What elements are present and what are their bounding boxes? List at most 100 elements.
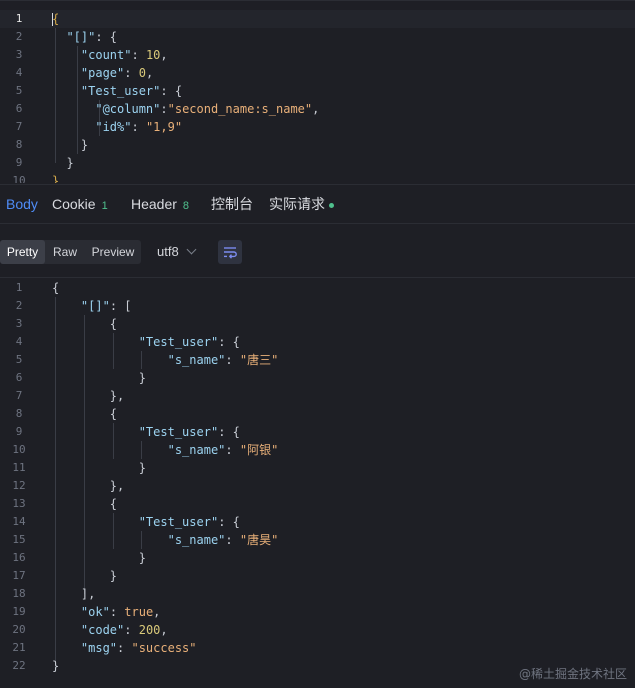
code-token: "page" — [80, 66, 125, 80]
line-number: 2 — [15, 30, 23, 43]
line-number: 10 — [12, 443, 26, 456]
chevron-down-icon[interactable] — [186, 244, 197, 255]
watermark: @稀土掘金技术社区 — [518, 667, 627, 681]
status-dot — [329, 202, 334, 208]
code-text: { — [52, 495, 117, 513]
code-token: "唐三" — [239, 353, 279, 367]
line-number: 7 — [15, 120, 23, 133]
code-token: "ok" — [80, 605, 110, 619]
mode-preview-button[interactable]: Preview — [86, 240, 140, 264]
code-token: "count" — [80, 48, 132, 62]
tab-header[interactable]: Header 8 — [131, 185, 189, 224]
code-token: : [ — [109, 299, 132, 313]
code-text: ], — [52, 585, 95, 603]
code-token: } — [52, 174, 60, 183]
response-line: 9 "Test_user": { — [0, 423, 635, 441]
response-tabs: Body Cookie 1 Header 8 控制台 实际请求 — [0, 184, 635, 224]
tab-label: 控制台 — [211, 196, 253, 212]
response-line: 11 } — [0, 459, 635, 477]
code-token: : { — [95, 30, 118, 44]
code-token: : — [124, 66, 139, 80]
response-line: 10 "s_name": "阿银" — [0, 441, 635, 459]
encoding-select[interactable]: utf8 — [157, 240, 179, 264]
code-text: } — [52, 657, 59, 675]
tab-label: Body — [6, 196, 38, 212]
code-text: } — [52, 369, 146, 387]
request-line: 7 "id%": "1,9" — [0, 118, 635, 136]
code-text: { — [52, 315, 117, 333]
tab-cookie[interactable]: Cookie 1 — [52, 185, 108, 224]
code-text: } — [52, 567, 117, 585]
code-token: : — [124, 623, 139, 637]
code-token: : — [225, 533, 240, 547]
mode-raw-button[interactable]: Raw — [47, 240, 83, 264]
line-number: 1 — [15, 281, 23, 294]
code-text: "Test_user": { — [52, 82, 182, 100]
code-text: "@column":"second_name:s_name", — [52, 100, 319, 118]
tab-console[interactable]: 控制台 — [211, 185, 253, 224]
response-line: 15 "s_name": "唐昊" — [0, 531, 635, 549]
line-number: 12 — [12, 479, 26, 492]
line-number: 3 — [15, 317, 23, 330]
line-number: 15 — [12, 533, 26, 546]
line-number: 8 — [15, 407, 23, 420]
request-line: 6 "@column":"second_name:s_name", — [0, 100, 635, 118]
code-text: }, — [52, 387, 124, 405]
cookie-count-badge: 1 — [101, 200, 108, 212]
code-text: } — [52, 549, 146, 567]
code-text: "page": 0, — [52, 64, 153, 82]
code-text: "ok": true, — [52, 603, 161, 621]
code-token: } — [109, 569, 118, 583]
response-json-viewer[interactable]: 1{2 "[]": [3 {4 "Test_user": {5 "s_name"… — [0, 279, 635, 688]
code-token: "唐昊" — [239, 533, 279, 547]
code-token: "s_name" — [167, 353, 226, 367]
response-line: 13 { — [0, 495, 635, 513]
line-number: 22 — [12, 659, 26, 672]
line-number: 18 — [12, 587, 26, 600]
response-line: 18 ], — [0, 585, 635, 603]
line-number: 14 — [12, 515, 26, 528]
code-text: } — [52, 154, 73, 172]
request-line: 8 } — [0, 136, 635, 154]
code-token: : { — [160, 84, 183, 98]
code-token: 0 — [138, 66, 146, 80]
code-token: : { — [218, 425, 240, 439]
tab-label: Cookie — [52, 196, 96, 212]
request-json-editor[interactable]: 1{2 "[]": {3 "count": 10, 4 "page": 0, 5 "… — [0, 0, 635, 183]
code-token: } — [138, 371, 146, 385]
code-text: { — [52, 279, 59, 297]
tab-actual-request[interactable]: 实际请求 — [269, 185, 334, 224]
code-token: "success" — [131, 641, 197, 655]
code-token: "Test_user" — [80, 84, 161, 98]
code-token: : — [160, 102, 168, 116]
mode-pretty-button[interactable]: Pretty — [0, 240, 45, 264]
code-token: true — [124, 605, 154, 619]
code-token: "[]" — [66, 30, 96, 44]
line-number: 7 — [15, 389, 23, 402]
line-number: 4 — [15, 335, 23, 348]
wrap-lines-icon[interactable] — [218, 240, 242, 264]
code-text: "s_name": "唐昊" — [52, 531, 279, 549]
code-text: "code": 200, — [52, 621, 168, 639]
tab-body[interactable]: Body — [6, 185, 38, 224]
code-token: : — [131, 120, 146, 134]
line-number: 19 — [12, 605, 26, 618]
code-token: 10 — [145, 48, 161, 62]
code-token: { — [109, 497, 118, 511]
code-text: "[]": { — [52, 28, 117, 46]
line-number: 10 — [12, 174, 26, 183]
